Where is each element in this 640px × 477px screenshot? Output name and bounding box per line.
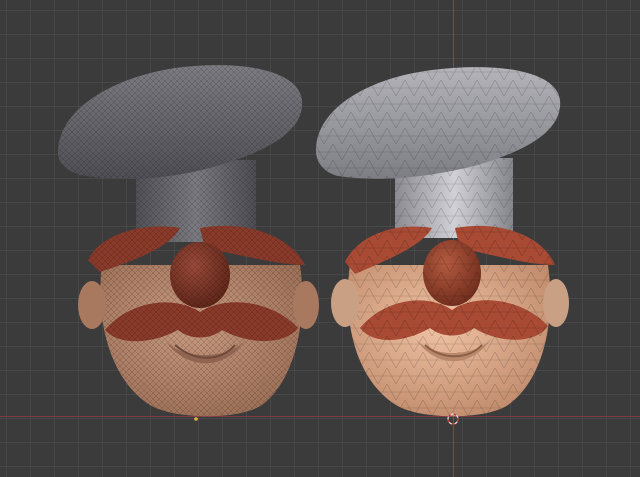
nose-left: [170, 242, 230, 308]
chef-model-right[interactable]: [315, 67, 569, 417]
hat-top-right: [315, 67, 561, 179]
origin-marker-icon: [194, 417, 198, 421]
chef-model-left[interactable]: [57, 65, 319, 417]
scene-canvas[interactable]: [0, 0, 640, 477]
nose-right: [423, 240, 481, 306]
3d-viewport[interactable]: [0, 0, 640, 477]
hat-top-left: [57, 65, 303, 179]
